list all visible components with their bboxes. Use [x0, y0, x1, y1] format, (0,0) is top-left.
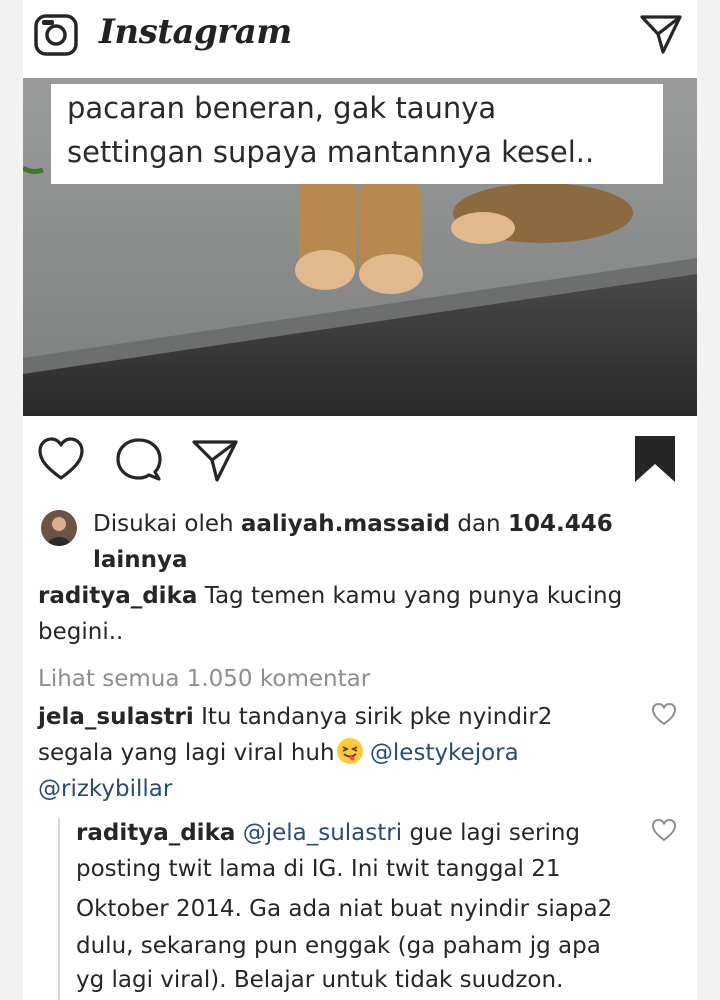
caption-author[interactable]: raditya_dika [38, 583, 197, 609]
comment-text-2: segala yang lagi viral huh [38, 740, 335, 766]
comment-line-2: segala yang lagi viral huh @lestykejora [38, 735, 519, 771]
reply-line-3: Oktober 2014. Ga ada niat buat nyindir s… [76, 896, 613, 922]
avatar[interactable] [41, 510, 77, 546]
reply-line-5: yg lagi viral). Belajar untuk tidak suud… [76, 967, 564, 993]
mention-link-2[interactable]: @rizkybillar [38, 771, 172, 807]
reply-mention[interactable]: @jela_sulastri [243, 820, 402, 846]
likes-suffix[interactable]: lainnya [93, 542, 188, 578]
top-bar: Instagram [23, 0, 697, 79]
instagram-logo[interactable]: Instagram [99, 12, 292, 52]
reply-thread-line [58, 818, 60, 1000]
image-text-line-1: pacaran beneran, gak taunya [67, 91, 497, 125]
caption-line-2: begini.. [38, 619, 124, 645]
post-actions [23, 416, 697, 502]
reply-like-heart-icon[interactable] [651, 818, 677, 842]
camera-icon[interactable] [33, 12, 79, 58]
reply-line-2: posting twit lama di IG. Ini twit tangga… [76, 856, 561, 882]
reply-text-1: gue lagi sering [409, 820, 581, 846]
view-all-comments-link[interactable]: Lihat semua 1.050 komentar [38, 661, 370, 697]
likes-line-1: Disukai oleh aaliyah.massaid dan 104.446 [93, 506, 613, 542]
comment-username[interactable]: jela_sulastri [38, 704, 194, 730]
speech-bubble-icon[interactable] [115, 436, 163, 484]
instagram-app: Instagram pacaran beneran, gak taunya se… [23, 0, 697, 1000]
heart-icon[interactable] [37, 436, 85, 484]
likes-connector: dan [457, 511, 501, 537]
image-text-overlay: pacaran beneran, gak taunya settingan su… [51, 84, 663, 184]
paper-plane-icon[interactable] [639, 12, 683, 56]
bookmark-icon[interactable] [633, 434, 677, 484]
caption-text: Tag temen kamu yang punya kucing [204, 583, 623, 609]
paper-plane-icon[interactable] [191, 436, 239, 484]
image-text-line-2: settingan supaya mantannya kesel.. [67, 135, 595, 169]
reply-line-4: dulu, sekarang pun enggak (ga paham jg a… [76, 933, 601, 959]
post-image[interactable]: pacaran beneran, gak taunya settingan su… [23, 78, 697, 416]
comment-line-1: jela_sulastri Itu tandanya sirik pke nyi… [38, 699, 552, 735]
mention-link[interactable]: @lestykejora [370, 740, 519, 766]
comment-text: Itu tandanya sirik pke nyindir2 [201, 704, 553, 730]
likes-prefix: Disukai oleh [93, 511, 234, 537]
reply-username[interactable]: raditya_dika [76, 820, 235, 846]
likes-count[interactable]: 104.446 [508, 511, 613, 537]
squinting-tongue-emoji [336, 738, 363, 764]
caption-line-1: raditya_dika Tag temen kamu yang punya k… [38, 578, 622, 614]
comment-like-heart-icon[interactable] [651, 702, 677, 726]
liker-username[interactable]: aaliyah.massaid [241, 511, 450, 537]
reply-line-1: raditya_dika @jela_sulastri gue lagi ser… [76, 815, 580, 851]
